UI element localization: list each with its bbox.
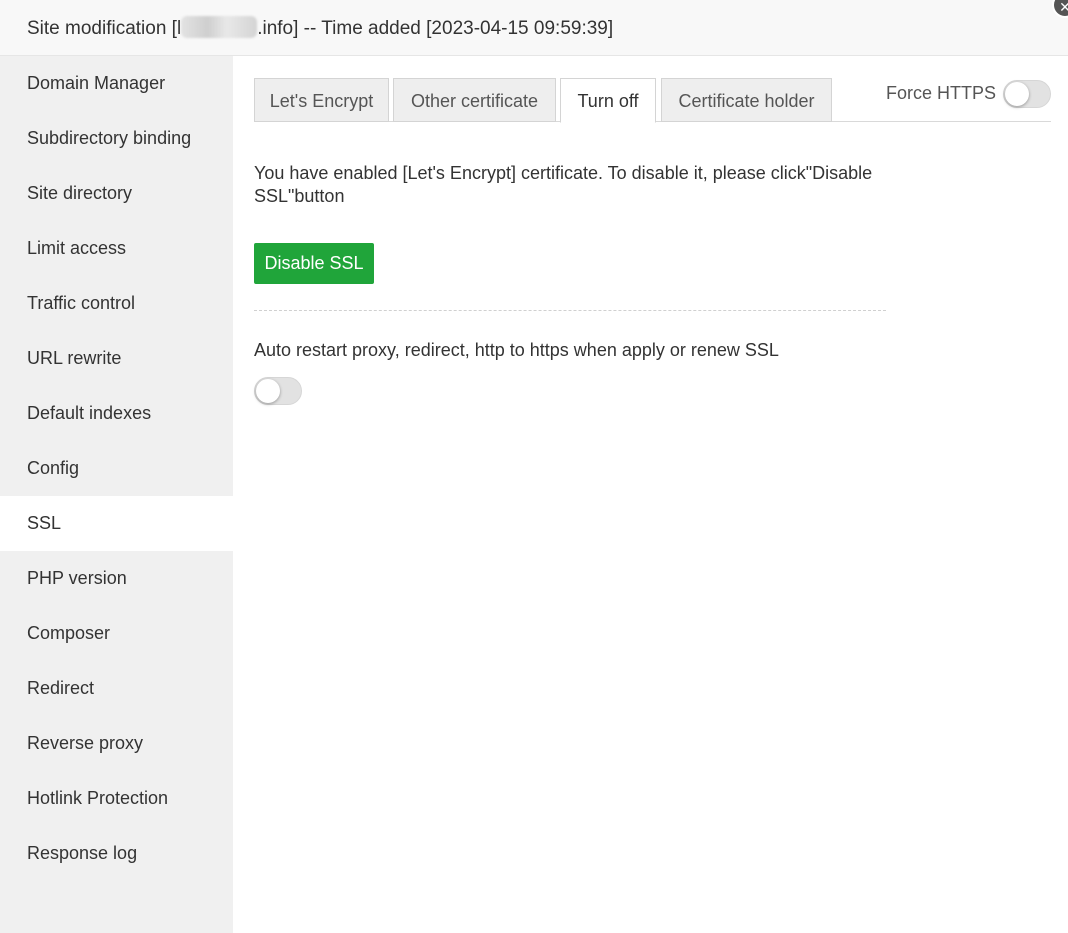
- tab-other-certificate[interactable]: Other certificate: [393, 78, 556, 122]
- sidebar-item-traffic-control[interactable]: Traffic control: [0, 276, 233, 331]
- sidebar-item-redirect[interactable]: Redirect: [0, 661, 233, 716]
- sidebar-item-config[interactable]: Config: [0, 441, 233, 496]
- sidebar-item-domain-manager[interactable]: Domain Manager: [0, 56, 233, 111]
- sidebar-item-ssl[interactable]: SSL: [0, 496, 233, 551]
- dialog-title: Site modification [l .info] -- Time added…: [27, 16, 613, 40]
- tab-certificate-holder[interactable]: Certificate holder: [661, 78, 832, 122]
- close-icon: ✕: [1059, 0, 1068, 15]
- sidebar-item-url-rewrite[interactable]: URL rewrite: [0, 331, 233, 386]
- auto-restart-toggle[interactable]: [254, 377, 302, 405]
- redacted-domain: [181, 16, 258, 38]
- title-suffix: .info] -- Time added [2023-04-15 09:59:3…: [257, 18, 614, 39]
- disable-ssl-button[interactable]: Disable SSL: [254, 243, 374, 284]
- sidebar-item-php-version[interactable]: PHP version: [0, 551, 233, 606]
- auto-restart-label: Auto restart proxy, redirect, http to ht…: [254, 340, 779, 360]
- sidebar: Domain Manager Subdirectory binding Site…: [0, 56, 233, 933]
- sidebar-item-subdirectory-binding[interactable]: Subdirectory binding: [0, 111, 233, 166]
- dialog-header: Site modification [l .info] -- Time added…: [0, 0, 1068, 56]
- main-panel: Let's Encrypt Other certificate Turn off…: [233, 56, 1068, 933]
- sidebar-item-limit-access[interactable]: Limit access: [0, 221, 233, 276]
- title-prefix: Site modification [l: [27, 18, 182, 39]
- divider: [254, 310, 886, 311]
- toggle-knob: [1005, 82, 1029, 106]
- tab-lets-encrypt[interactable]: Let's Encrypt: [254, 78, 389, 122]
- sidebar-item-response-log[interactable]: Response log: [0, 826, 233, 881]
- sidebar-item-default-indexes[interactable]: Default indexes: [0, 386, 233, 441]
- force-https-label: Force HTTPS: [886, 83, 997, 103]
- sidebar-item-reverse-proxy[interactable]: Reverse proxy: [0, 716, 233, 771]
- tab-turn-off[interactable]: Turn off: [560, 78, 656, 123]
- sidebar-item-composer[interactable]: Composer: [0, 606, 233, 661]
- force-https-toggle[interactable]: [1003, 80, 1051, 108]
- sidebar-item-hotlink-protection[interactable]: Hotlink Protection: [0, 771, 233, 826]
- sidebar-item-site-directory[interactable]: Site directory: [0, 166, 233, 221]
- toggle-knob: [256, 379, 280, 403]
- ssl-status-message: You have enabled [Let's Encrypt] certifi…: [254, 163, 873, 206]
